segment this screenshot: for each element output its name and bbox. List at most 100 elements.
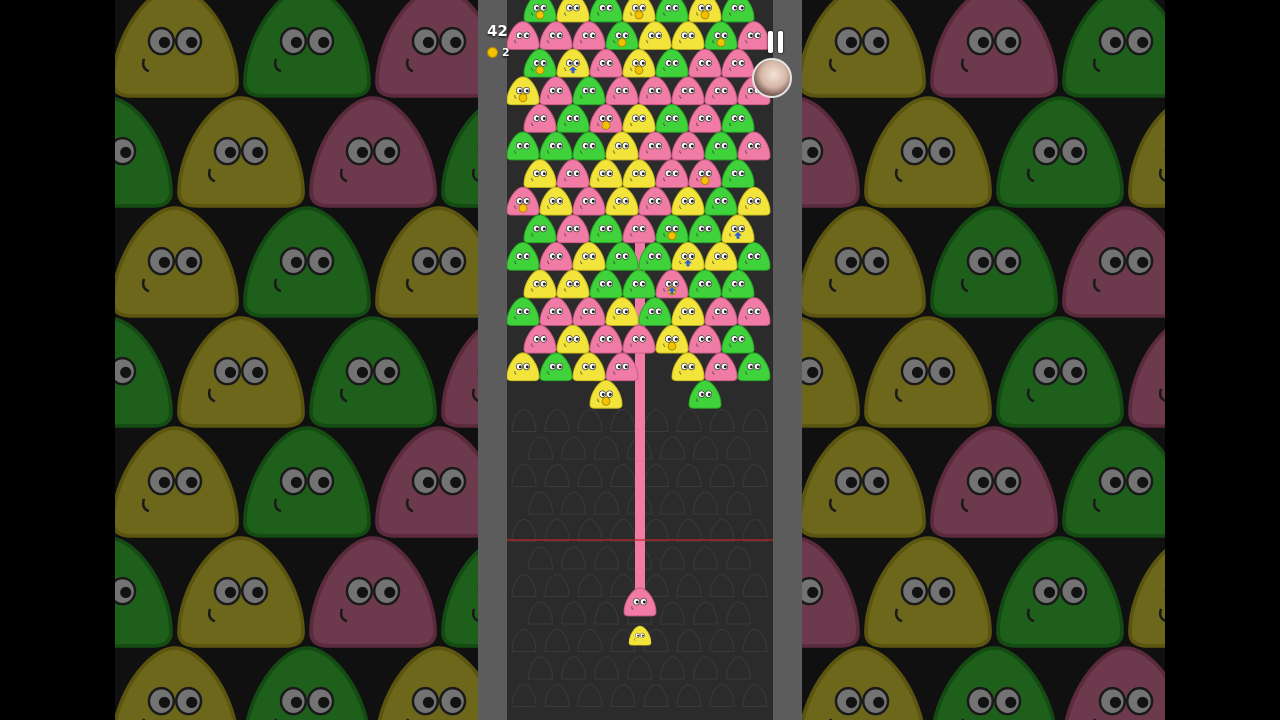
empty-slot <box>676 518 702 542</box>
empty-slot <box>593 546 620 570</box>
coin-icon <box>634 10 644 20</box>
coin-icon <box>667 341 677 351</box>
player-avatar[interactable] <box>752 58 792 98</box>
board-bubble-pink <box>539 297 573 326</box>
board-bubble-pink <box>556 214 590 244</box>
board-bubble-pink <box>737 131 771 161</box>
board-bubble-green <box>688 214 722 244</box>
empty-slot <box>725 436 752 460</box>
empty-slot <box>659 656 686 680</box>
empty-slot <box>676 408 702 432</box>
coin-icon <box>487 47 498 58</box>
empty-slot <box>544 683 570 707</box>
empty-slot <box>560 601 587 625</box>
board-bubble-green <box>539 352 573 382</box>
board-bubble-yellow <box>622 159 656 188</box>
empty-slot <box>610 683 636 707</box>
empty-slot <box>511 683 537 707</box>
empty-slot <box>742 408 768 432</box>
board-bubble-green <box>721 0 755 23</box>
empty-slot <box>659 436 686 460</box>
empty-slot <box>709 408 735 432</box>
board-bubble-pink <box>539 241 573 271</box>
empty-slot <box>742 518 768 542</box>
empty-slot <box>560 436 587 460</box>
shooter-next-bubble <box>628 625 652 646</box>
empty-slot <box>709 683 735 707</box>
empty-slot <box>725 656 752 680</box>
empty-slot <box>610 408 636 432</box>
board-bubble-pink <box>638 76 672 106</box>
coin-icon <box>601 121 611 130</box>
board-bubble-green <box>556 103 590 133</box>
board-bubble-pink <box>572 297 606 326</box>
board-bubble-green <box>589 269 623 299</box>
board-bubble-yellow <box>556 0 590 23</box>
empty-slot <box>676 573 702 597</box>
bubble-board[interactable] <box>507 0 773 720</box>
board-canvas[interactable] <box>507 0 773 720</box>
board-bubble-green <box>572 76 606 106</box>
board-bubble-green <box>721 103 755 133</box>
board-bubble-green <box>688 379 722 409</box>
board-bubble-pink <box>671 76 705 106</box>
board-bubble-pink <box>671 131 705 161</box>
coin-icon <box>617 38 627 47</box>
board-bubble-green <box>655 48 689 78</box>
board-bubble-yellow <box>589 159 623 188</box>
game-screen: 42 2 <box>0 0 1280 720</box>
board-bubble-pink <box>622 214 656 244</box>
board-bubble-yellow <box>638 21 672 50</box>
empty-slot <box>577 573 603 597</box>
empty-slot <box>544 573 570 597</box>
board-bubble-pink <box>523 103 557 133</box>
board-bubble-pink <box>622 324 656 354</box>
pause-button[interactable] <box>762 28 788 56</box>
board-bubble-yellow <box>523 159 557 188</box>
empty-slot <box>577 518 603 542</box>
board-bubble-pink <box>688 48 722 78</box>
board-bubble-pink <box>704 76 738 106</box>
shooter-current-bubble[interactable] <box>623 587 657 617</box>
empty-slot <box>577 628 603 652</box>
board-bubble-pink <box>589 48 623 78</box>
board-bubble-yellow <box>704 241 738 271</box>
empty-slot <box>610 463 636 487</box>
board-bubble-pink <box>688 103 722 133</box>
board-bubble-pink <box>572 186 606 216</box>
board-bubble-pink <box>589 324 623 354</box>
board-bubble-pink <box>688 324 722 354</box>
empty-slot <box>659 546 686 570</box>
board-bubble-pink <box>638 186 672 216</box>
board-bubble-yellow <box>622 103 656 133</box>
empty-slot <box>643 518 669 542</box>
empty-slot <box>593 656 620 680</box>
board-bubble-yellow <box>572 241 606 271</box>
coin-icon <box>518 93 528 103</box>
board-bubble-yellow <box>556 324 590 354</box>
board-bubble-pink <box>655 159 689 188</box>
board-bubble-pink <box>507 21 540 50</box>
blurred-background-left <box>115 0 478 720</box>
board-bubble-yellow <box>556 269 590 299</box>
empty-slot <box>527 436 554 460</box>
empty-slot <box>676 683 702 707</box>
board-bubble-green <box>655 0 689 23</box>
coin-count: 2 <box>502 46 510 59</box>
board-bubble-pink <box>638 131 672 161</box>
empty-slot <box>742 573 768 597</box>
empty-slot <box>511 573 537 597</box>
empty-slot <box>593 491 620 515</box>
empty-slot <box>560 546 587 570</box>
empty-slot <box>725 546 752 570</box>
empty-slot <box>577 463 603 487</box>
board-bubble-green <box>589 0 623 23</box>
empty-slot <box>511 518 537 542</box>
empty-slot <box>709 518 735 542</box>
empty-slot <box>676 463 702 487</box>
board-bubble-green <box>721 159 755 188</box>
board-bubble-yellow <box>605 297 639 326</box>
empty-slot <box>659 601 686 625</box>
empty-slot <box>709 628 735 652</box>
empty-slot <box>626 656 653 680</box>
